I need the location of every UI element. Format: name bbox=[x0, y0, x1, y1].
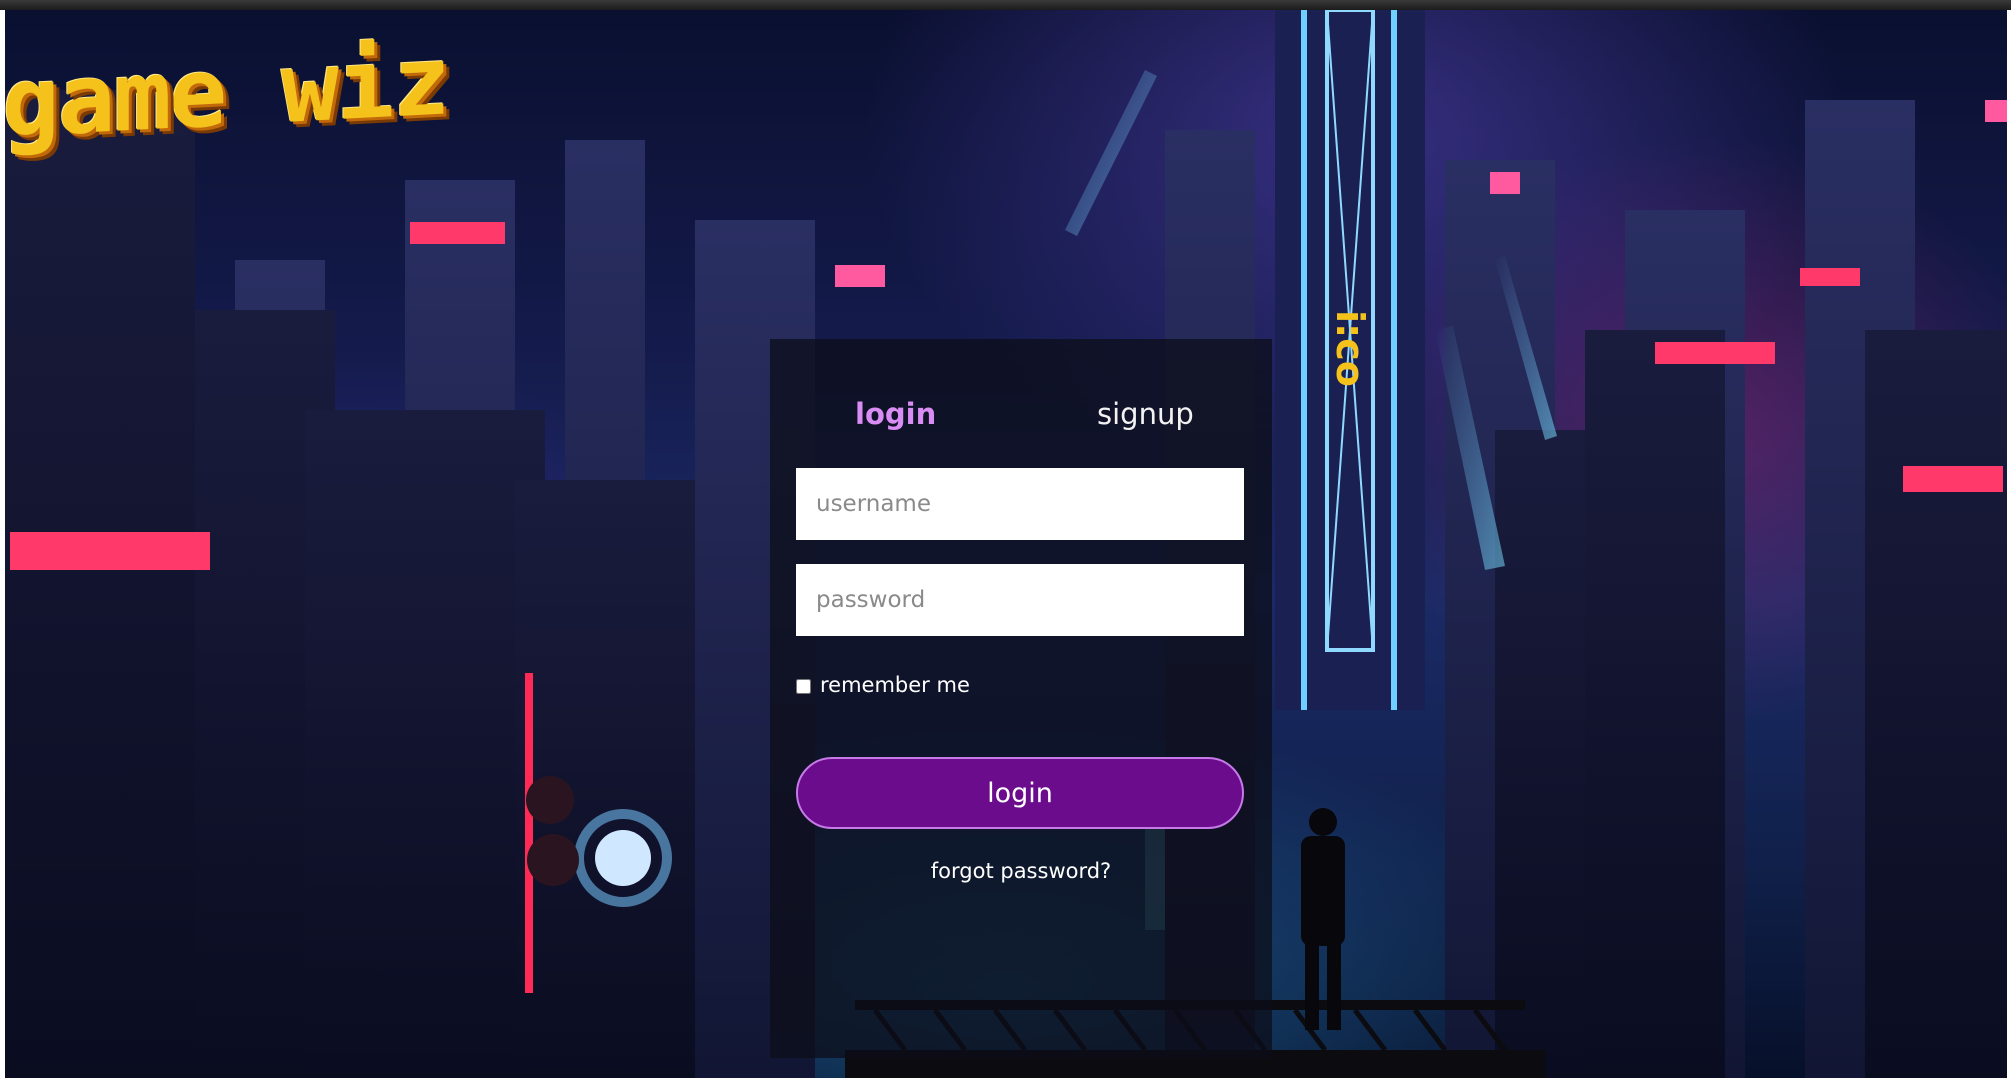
tab-login[interactable]: login bbox=[855, 397, 936, 431]
login-button[interactable]: login bbox=[796, 757, 1244, 829]
password-input[interactable] bbox=[796, 564, 1244, 636]
remember-me-label: remember me bbox=[820, 673, 970, 697]
tab-signup[interactable]: signup bbox=[1097, 397, 1194, 431]
auth-tabs: login signup bbox=[770, 397, 1272, 447]
svg-text:i:co: i:co bbox=[1328, 310, 1372, 387]
auth-panel: login signup remember me login forgot pa… bbox=[770, 339, 1272, 1058]
remember-me-checkbox[interactable] bbox=[796, 679, 811, 694]
username-input[interactable] bbox=[796, 468, 1244, 540]
game-wiz-logo: game wiz bbox=[2, 24, 449, 160]
window-top-bar bbox=[0, 0, 2011, 10]
forgot-password-link[interactable]: forgot password? bbox=[770, 859, 1272, 883]
